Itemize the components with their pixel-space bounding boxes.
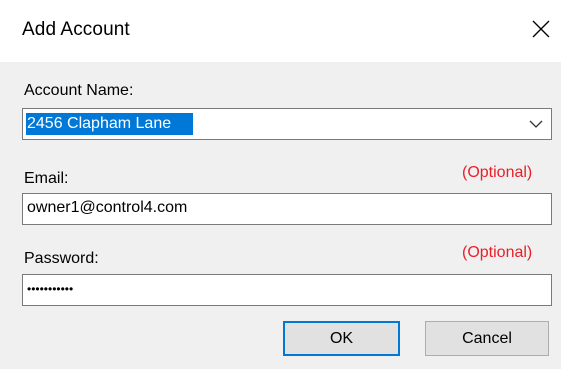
password-optional-label: (Optional) [462, 244, 533, 261]
dialog-title: Add Account [22, 19, 130, 40]
password-field[interactable]: ••••••••••• [22, 274, 552, 306]
add-account-dialog: Add Account Account Name: 2456 Clapham L… [0, 0, 561, 369]
chevron-down-icon[interactable] [529, 119, 543, 129]
email-label: Email: [24, 170, 69, 187]
title-bar: Add Account [0, 0, 561, 62]
cancel-button[interactable]: Cancel [425, 321, 549, 356]
account-name-label: Account Name: [24, 82, 134, 99]
account-name-combobox[interactable]: 2456 Clapham Lane [22, 108, 552, 140]
email-optional-label: (Optional) [462, 164, 533, 181]
close-button[interactable] [521, 12, 561, 46]
close-icon [532, 20, 550, 38]
ok-button[interactable]: OK [283, 321, 400, 356]
email-field[interactable]: owner1@control4.com [22, 193, 552, 225]
password-label: Password: [24, 250, 99, 267]
password-masked-value: ••••••••••• [27, 282, 74, 296]
account-name-selected-text: 2456 Clapham Lane [26, 113, 194, 135]
